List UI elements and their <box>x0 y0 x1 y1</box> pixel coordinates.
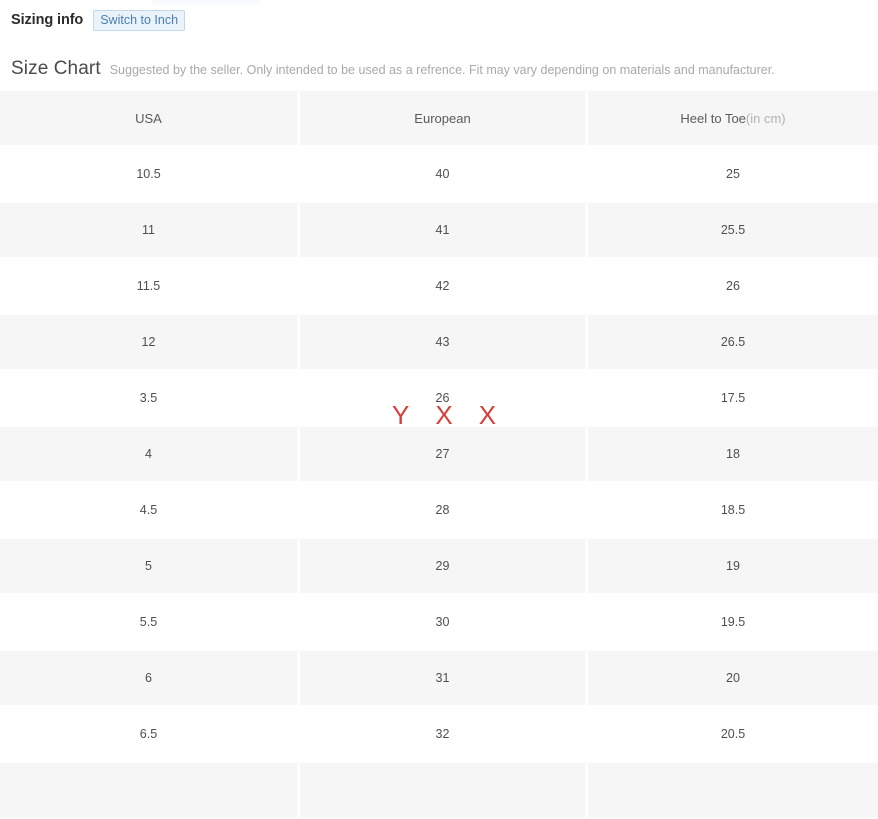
cell-european: 31 <box>300 651 588 707</box>
cell-european <box>300 763 588 819</box>
table-row: 12 43 26.5 <box>0 315 878 371</box>
table-row: 11.5 42 26 <box>0 259 878 315</box>
cell-heel-to-toe: 17.5 <box>588 371 878 427</box>
column-header-european: European <box>300 91 588 147</box>
cell-heel-to-toe: 25 <box>588 147 878 203</box>
size-chart-disclaimer: Suggested by the seller. Only intended t… <box>109 63 775 77</box>
cell-heel-to-toe: 18 <box>588 427 878 483</box>
table-row: 5.5 30 19.5 <box>0 595 878 651</box>
page-container: Sizing info Switch to Inch Size Chart Su… <box>0 0 878 819</box>
table-row: 5 29 19 <box>0 539 878 595</box>
cell-usa: 11.5 <box>0 259 300 315</box>
table-header-row: USA European Heel to Toe(in cm) <box>0 91 878 147</box>
cell-european: 41 <box>300 203 588 259</box>
cell-heel-to-toe: 20.5 <box>588 707 878 763</box>
cell-usa: 11 <box>0 203 300 259</box>
top-edge-artifact <box>152 0 260 6</box>
cell-european: 30 <box>300 595 588 651</box>
size-chart-table-head: USA European Heel to Toe(in cm) <box>0 91 878 147</box>
cell-usa: 5 <box>0 539 300 595</box>
cell-european: 29 <box>300 539 588 595</box>
sizing-info-title: Sizing info <box>11 12 84 28</box>
cell-usa: 6 <box>0 651 300 707</box>
cell-heel-to-toe: 26.5 <box>588 315 878 371</box>
cell-european: 27 <box>300 427 588 483</box>
column-header-european-label: European <box>414 110 471 126</box>
cell-european: 40 <box>300 147 588 203</box>
table-row: 4 27 18 <box>0 427 878 483</box>
table-row: 10.5 40 25 <box>0 147 878 203</box>
table-row: 3.5 26 17.5 <box>0 371 878 427</box>
column-header-usa-label: USA <box>135 110 162 126</box>
column-header-usa: USA <box>0 91 300 147</box>
column-header-heel-to-toe: Heel to Toe(in cm) <box>588 91 878 147</box>
size-chart-title: Size Chart <box>11 58 101 79</box>
cell-usa: 6.5 <box>0 707 300 763</box>
table-row: 6 31 20 <box>0 651 878 707</box>
cell-usa: 12 <box>0 315 300 371</box>
cell-european: 42 <box>300 259 588 315</box>
cell-heel-to-toe: 26 <box>588 259 878 315</box>
column-header-heel-to-toe-label: Heel to Toe <box>680 110 746 126</box>
cell-usa: 5.5 <box>0 595 300 651</box>
cell-usa: 4.5 <box>0 483 300 539</box>
cell-european: 26 <box>300 371 588 427</box>
cell-heel-to-toe <box>588 763 878 819</box>
cell-european: 43 <box>300 315 588 371</box>
cell-usa: 4 <box>0 427 300 483</box>
cell-usa: 10.5 <box>0 147 300 203</box>
cell-heel-to-toe: 18.5 <box>588 483 878 539</box>
table-row: 6.5 32 20.5 <box>0 707 878 763</box>
size-chart-heading-row: Size Chart Suggested by the seller. Only… <box>0 31 878 80</box>
cell-european: 28 <box>300 483 588 539</box>
cell-usa <box>0 763 300 819</box>
cell-heel-to-toe: 19 <box>588 539 878 595</box>
cell-european: 32 <box>300 707 588 763</box>
table-row: 11 41 25.5 <box>0 203 878 259</box>
cell-heel-to-toe: 25.5 <box>588 203 878 259</box>
table-row: 4.5 28 18.5 <box>0 483 878 539</box>
switch-to-inch-button[interactable]: Switch to Inch <box>93 9 186 31</box>
cell-heel-to-toe: 19.5 <box>588 595 878 651</box>
table-row <box>0 763 878 819</box>
sizing-info-bar: Sizing info Switch to Inch <box>0 0 878 31</box>
cell-heel-to-toe: 20 <box>588 651 878 707</box>
size-chart-table-body: 10.5 40 25 11 41 25.5 11.5 42 26 12 43 26.5 3.5 26 17.… <box>0 147 878 819</box>
size-chart-table: USA European Heel to Toe(in cm) 10.5 40 25… <box>0 91 878 819</box>
cell-usa: 3.5 <box>0 371 300 427</box>
column-header-heel-to-toe-unit: (in cm) <box>745 110 786 126</box>
